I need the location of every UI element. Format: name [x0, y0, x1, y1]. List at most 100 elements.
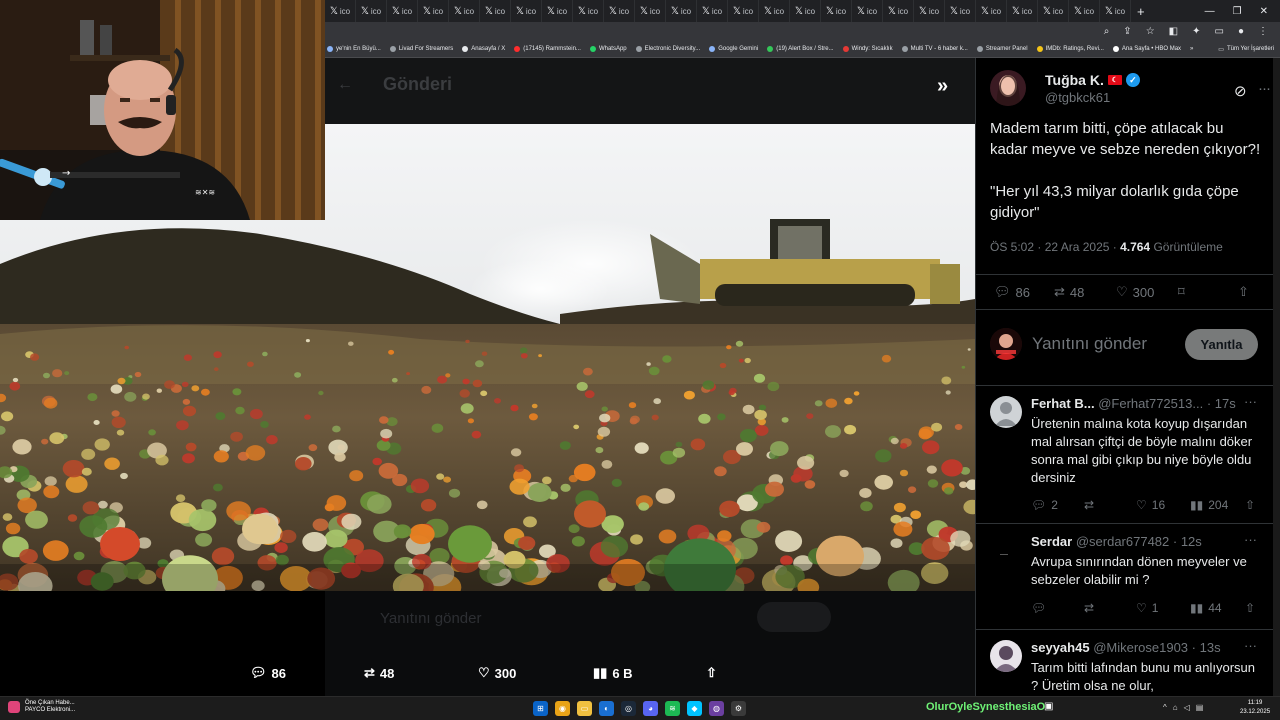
browser-tab[interactable]: 𝕏ico	[1100, 0, 1131, 22]
reply-time[interactable]: · 12s	[1173, 534, 1202, 549]
star-icon[interactable]: ☆	[1146, 26, 1155, 37]
volume-icon[interactable]: ◁	[1184, 703, 1190, 712]
browser-tab[interactable]: 𝕏ico	[976, 0, 1007, 22]
profile-icon[interactable]: ●	[1238, 26, 1244, 37]
reply-like-button[interactable]: ♡ 1	[1136, 601, 1158, 615]
bookmark-item[interactable]: ye'nin En Büyü...	[327, 46, 381, 52]
reply-submit-button[interactable]: Yanıtla	[1185, 329, 1258, 360]
viewer-reply-button[interactable]: 💬︎ 86	[250, 665, 286, 681]
browser-tab[interactable]: 𝕏ico	[759, 0, 790, 22]
reply-repost-button[interactable]: ⇄	[1084, 601, 1099, 615]
reply-time[interactable]: · 17s	[1207, 396, 1236, 411]
share-icon[interactable]: ⇪	[1123, 26, 1131, 37]
chat-bubble-icon[interactable]: ▣	[1044, 701, 1053, 712]
bookmark-item[interactable]: Google Gemini	[709, 46, 758, 52]
author-name[interactable]: Tuğba K. ☾ ✓	[1045, 72, 1140, 88]
bookmark-item[interactable]: (17145) Rammstein...	[514, 46, 581, 52]
bookmark-item[interactable]: Multi TV - 6 haber k...	[901, 46, 968, 52]
browser-tab[interactable]: 𝕏ico	[728, 0, 759, 22]
bookmark-item[interactable]: Windy: Sıcaklık	[842, 46, 893, 52]
browser-tab[interactable]: 𝕏ico	[1069, 0, 1100, 22]
zoom-icon[interactable]: ⌕	[1104, 26, 1110, 37]
extension-icon[interactable]: ◧	[1169, 26, 1178, 37]
viewer-like-button[interactable]: ♡ 300	[478, 665, 516, 681]
reply-views-button[interactable]: ▮▮ 204	[1190, 498, 1228, 512]
bookmark-item[interactable]: Anasayfa / X	[462, 46, 505, 52]
more-options-icon[interactable]: ···	[1244, 394, 1257, 409]
bookmark-button[interactable]: ⌑	[1178, 284, 1185, 300]
browser-tab[interactable]: 𝕏ico	[821, 0, 852, 22]
more-options-icon[interactable]: ···	[1244, 532, 1257, 547]
bookmark-item[interactable]: IMDb: Ratings, Revi...	[1036, 46, 1104, 52]
grok-icon[interactable]: ⊘	[1234, 82, 1247, 100]
reply-item[interactable]: Ferhat B... @Ferhat772513... · 17s ··· Ü…	[976, 386, 1273, 524]
viewer-repost-button[interactable]: ⇄ 48	[364, 665, 394, 681]
author-avatar[interactable]	[990, 70, 1026, 106]
browser-tab[interactable]: 𝕏ico	[883, 0, 914, 22]
post-repost-button[interactable]: ⇄ 48	[1054, 284, 1084, 300]
bookmark-item[interactable]: Livad For Streamers	[389, 46, 453, 52]
author-handle[interactable]: @tgbkck61	[1045, 90, 1110, 105]
bookmark-item[interactable]: Ana Sayfa • HBO Max	[1112, 46, 1181, 52]
reply-avatar[interactable]	[990, 534, 1022, 566]
browser-tab[interactable]: 𝕏ico	[1038, 0, 1069, 22]
reply-share-button[interactable]: ⇧	[1245, 601, 1255, 615]
browser-tab[interactable]: 𝕏ico	[387, 0, 418, 22]
browser-tab[interactable]: 𝕏ico	[790, 0, 821, 22]
network-icon[interactable]: ⌂	[1173, 703, 1178, 712]
reply-like-button[interactable]: ♡ 16	[1136, 498, 1165, 512]
settings-icon[interactable]: ⚙	[731, 701, 746, 716]
bookmark-item[interactable]: Electronic Diversity...	[635, 46, 700, 52]
expand-panel-icon[interactable]: »	[937, 75, 948, 98]
more-options-icon[interactable]: ···	[1258, 80, 1271, 97]
all-bookmarks-folder[interactable]: ▭ Tüm Yer İşaretleri	[1218, 46, 1280, 53]
browser-tab[interactable]: 𝕏ico	[635, 0, 666, 22]
browser-tab[interactable]: 𝕏ico	[1007, 0, 1038, 22]
tray-expand-icon[interactable]: ^	[1163, 703, 1167, 712]
post-timestamp[interactable]: ÖS 5:02 · 22 Ara 2025 ·	[990, 240, 1120, 254]
reply-avatar[interactable]	[990, 640, 1022, 672]
windows-start-icon[interactable]: ⊞	[533, 701, 548, 716]
maximize-button[interactable]: ❐	[1233, 6, 1242, 17]
browser-tab[interactable]: 𝕏ico	[325, 0, 356, 22]
steam-icon[interactable]: ◎	[621, 701, 636, 716]
sidebar-icon[interactable]: ▭	[1215, 26, 1224, 37]
discord-icon[interactable]: ◕	[643, 701, 658, 716]
user-avatar[interactable]	[990, 328, 1022, 360]
reply-author-handle[interactable]: @Ferhat772513...	[1098, 396, 1203, 411]
spotify-icon[interactable]: ≋	[665, 701, 680, 716]
browser-tab[interactable]: 𝕏ico	[604, 0, 635, 22]
system-clock[interactable]: 11:19 23.12.2025	[1240, 699, 1270, 717]
browser-tab[interactable]: 𝕏ico	[697, 0, 728, 22]
app-blue-icon[interactable]: ◆	[687, 701, 702, 716]
bookmark-item[interactable]: (19) Alert Box / Stre...	[767, 46, 834, 52]
reply-views-button[interactable]: ▮▮ 44	[1190, 601, 1222, 615]
minimize-button[interactable]: —	[1205, 6, 1215, 17]
bookmarks-more-button[interactable]: »	[1190, 46, 1193, 52]
reply-item[interactable]: Serdar @serdar677482 · 12s ··· Avrupa sı…	[976, 524, 1273, 630]
browser-menu-icon[interactable]: ⋮	[1258, 26, 1268, 37]
edge-icon[interactable]: ◐	[599, 701, 614, 716]
post-like-button[interactable]: ♡ 300	[1116, 284, 1154, 300]
more-options-icon[interactable]: ···	[1244, 638, 1257, 653]
reply-time[interactable]: · 13s	[1192, 640, 1221, 655]
file-explorer-icon[interactable]: ▭	[577, 701, 592, 716]
new-tab-button[interactable]: +	[1137, 4, 1145, 19]
viewer-views-button[interactable]: ▮▮ 6 B	[593, 665, 633, 681]
reply-avatar[interactable]	[990, 396, 1022, 428]
reply-author-handle[interactable]: @Mikerose1903	[1093, 640, 1188, 655]
browser-tab[interactable]: 𝕏ico	[418, 0, 449, 22]
post-share-button[interactable]: ⇧	[1238, 284, 1249, 300]
browser-tab[interactable]: 𝕏ico	[480, 0, 511, 22]
reply-reply-button[interactable]: 💬︎	[1031, 601, 1051, 615]
browser-tab[interactable]: 𝕏ico	[914, 0, 945, 22]
reply-share-button[interactable]: ⇧	[1245, 498, 1255, 512]
puzzle-icon[interactable]: ✦	[1192, 26, 1200, 37]
panel-scrollbar[interactable]	[1273, 58, 1280, 696]
browser-tab[interactable]: 𝕏ico	[852, 0, 883, 22]
browser-tab[interactable]: 𝕏ico	[356, 0, 387, 22]
reply-author-name[interactable]: Ferhat B...	[1031, 396, 1095, 411]
browser-tab[interactable]: 𝕏ico	[666, 0, 697, 22]
reply-author-handle[interactable]: @serdar677482	[1076, 534, 1169, 549]
language-icon[interactable]: ▤	[1196, 703, 1204, 712]
